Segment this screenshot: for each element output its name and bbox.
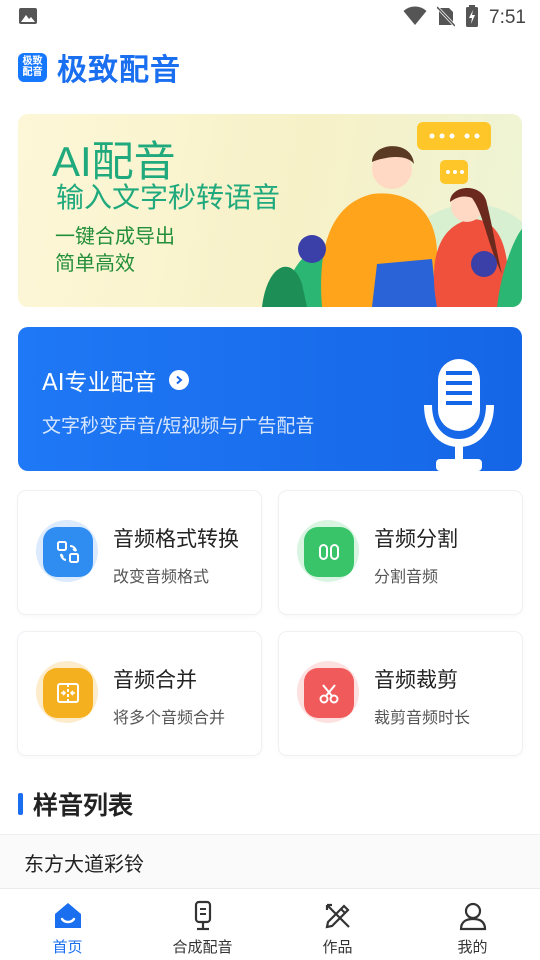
tool-desc: 裁剪音频时长: [374, 708, 471, 727]
tool-audio-merge[interactable]: 音频合并 将多个音频合并: [18, 632, 261, 755]
merge-icon: [43, 668, 93, 718]
app-title: 极致配音: [57, 53, 181, 88]
tool-name: 音频裁剪: [374, 668, 458, 692]
banner-feature-1: 一键合成导出: [55, 224, 175, 248]
microphone-icon: [189, 899, 217, 933]
tool-audio-trim[interactable]: 音频裁剪 裁剪音频时长: [279, 632, 522, 755]
microphone-icon: [424, 359, 494, 471]
status-time: 7:51: [489, 7, 526, 28]
tool-format-convert[interactable]: 音频格式转换 改变音频格式: [18, 491, 261, 614]
works-icon: [323, 899, 353, 933]
nav-home[interactable]: 首页: [0, 889, 135, 960]
tool-name: 音频合并: [113, 668, 197, 692]
pro-card-subtitle: 文字秒变声音/短视频与广告配音: [42, 415, 315, 437]
status-bar: 7:51: [0, 0, 540, 36]
sample-list-item[interactable]: 东方大道彩铃: [0, 834, 540, 888]
format-convert-icon: [43, 527, 93, 577]
nav-label: 我的: [457, 938, 488, 956]
promo-banner[interactable]: AI配音 输入文字秒转语音 一键合成导出 简单高效: [18, 114, 522, 307]
tool-audio-split[interactable]: 音频分割 分割音频: [279, 491, 522, 614]
nav-profile[interactable]: 我的: [405, 889, 540, 960]
app-logo: 极致 配音: [18, 52, 47, 82]
nav-label: 首页: [52, 938, 83, 956]
tool-desc: 改变音频格式: [113, 567, 210, 586]
ai-pro-dubbing-card[interactable]: AI专业配音 文字秒变声音/短视频与广告配音: [18, 327, 522, 471]
no-sim-icon: [435, 5, 457, 31]
tool-desc: 将多个音频合并: [113, 708, 226, 727]
section-title: 样音列表: [33, 791, 134, 820]
tool-desc: 分割音频: [374, 567, 439, 586]
nav-synthesize[interactable]: 合成配音: [135, 889, 270, 960]
nav-works[interactable]: 作品: [270, 889, 405, 960]
tool-name: 音频分割: [374, 527, 458, 551]
gallery-notification-icon: [18, 7, 38, 29]
home-icon: [53, 899, 83, 933]
wifi-icon: [403, 6, 427, 30]
app-header: 极致 配音 极致配音: [0, 36, 540, 98]
sample-list-header: 样音列表: [18, 786, 133, 822]
profile-icon: [458, 899, 488, 933]
banner-feature-2: 简单高效: [55, 251, 135, 275]
battery-charging-icon: [465, 5, 479, 31]
chevron-right-icon: [168, 370, 189, 390]
tool-name: 音频格式转换: [113, 527, 239, 551]
scissors-icon: [304, 668, 354, 718]
split-icon: [304, 527, 354, 577]
nav-label: 作品: [322, 938, 353, 956]
home-content: AI配音 输入文字秒转语音 一键合成导出 简单高效 AI专业配音 文字秒变声音/…: [0, 98, 540, 888]
nav-label: 合成配音: [172, 938, 233, 956]
sample-name: 东方大道彩铃: [24, 852, 144, 876]
banner-illustration: [262, 122, 522, 307]
bottom-nav: 首页 合成配音 作品 我的: [0, 888, 540, 960]
pro-card-title: AI专业配音: [42, 363, 189, 397]
section-accent-bar: [18, 793, 23, 815]
